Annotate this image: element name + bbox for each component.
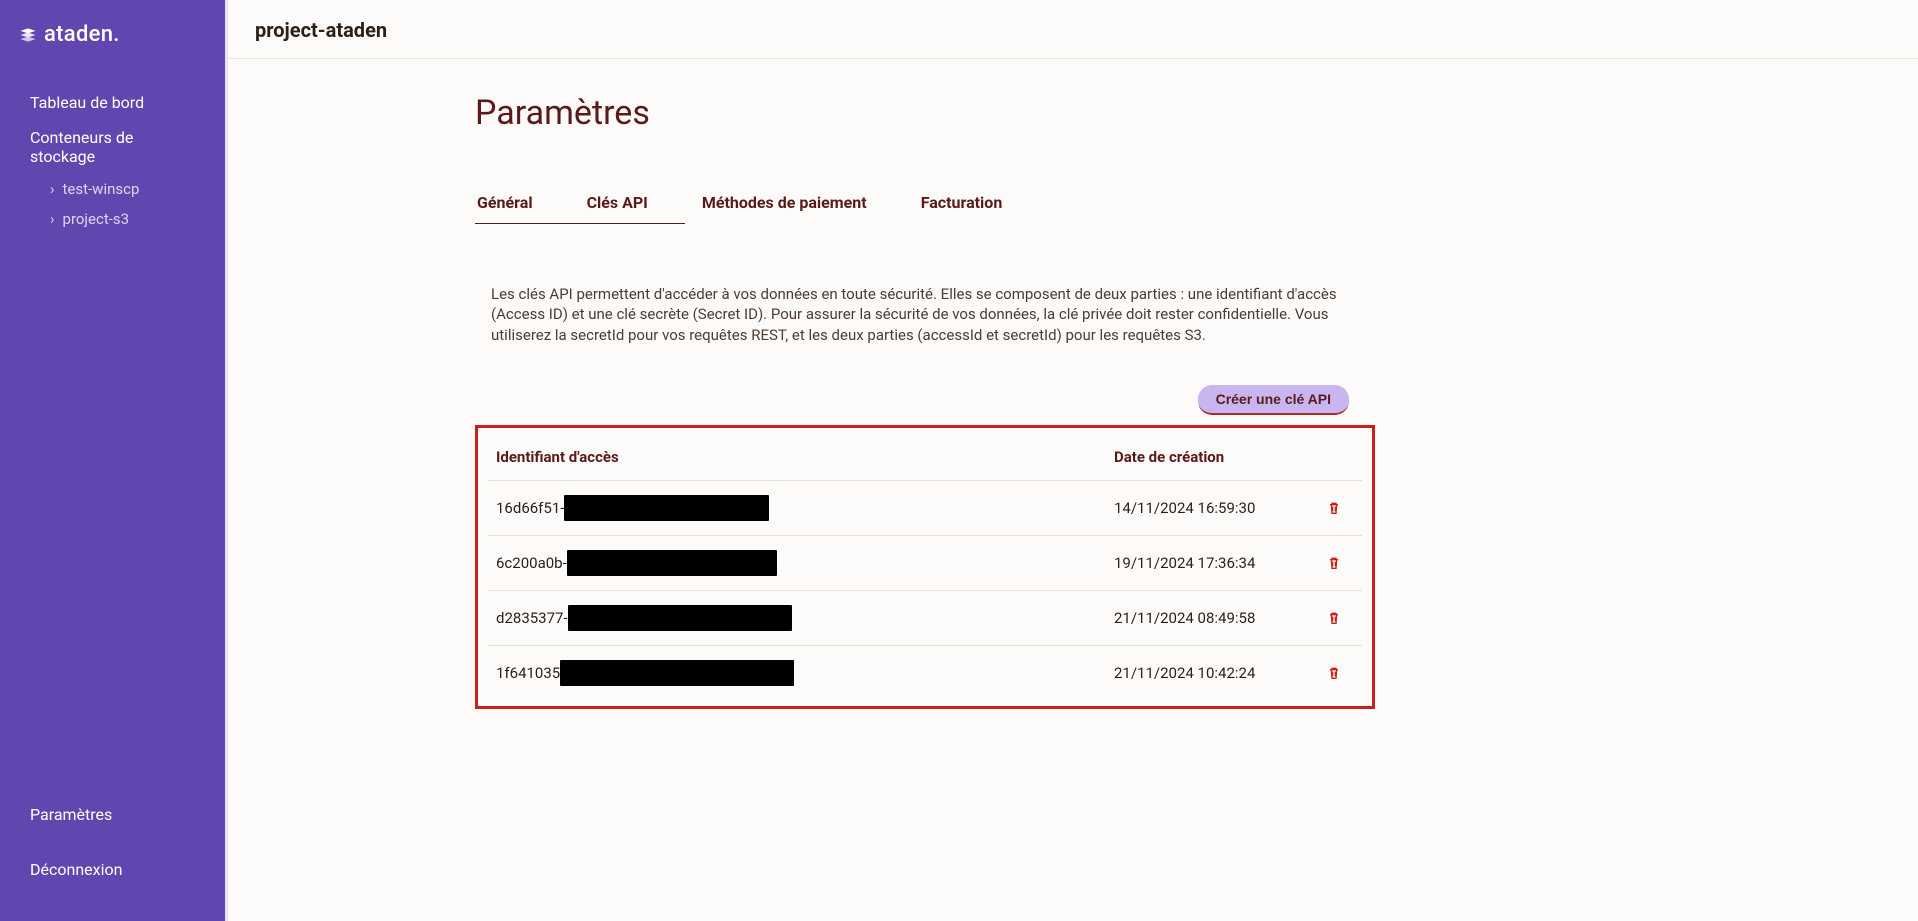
api-keys-description: Les clés API permettent d'accéder à vos … bbox=[475, 284, 1375, 345]
table-row: 1f641035 21/11/2024 10:42:24 bbox=[488, 646, 1362, 700]
th-access-id: Identifiant d'accès bbox=[496, 448, 1114, 466]
tab-general[interactable]: Général bbox=[475, 183, 535, 224]
main: project-ataden Paramètres Général Clés A… bbox=[225, 0, 1918, 921]
access-id-prefix: d2835377- bbox=[496, 609, 568, 627]
created-date: 19/11/2024 17:36:34 bbox=[1114, 554, 1314, 572]
sidebar-item-logout[interactable]: Déconnexion bbox=[0, 852, 225, 887]
brand-name: ataden. bbox=[44, 22, 120, 47]
sidebar-item-settings[interactable]: Paramètres bbox=[0, 797, 225, 832]
create-api-key-button[interactable]: Créer une clé API bbox=[1198, 385, 1349, 415]
table-row: 6c200a0b- 19/11/2024 17:36:34 bbox=[488, 536, 1362, 591]
access-id-prefix: 6c200a0b- bbox=[496, 554, 567, 572]
access-id-prefix: 16d66f51- bbox=[496, 499, 564, 517]
brand: ataden. bbox=[0, 22, 225, 85]
sidebar-item-storage[interactable]: Conteneurs de stockage bbox=[0, 120, 225, 174]
sidebar-item-dashboard[interactable]: Tableau de bord bbox=[0, 85, 225, 120]
trash-icon bbox=[1326, 499, 1342, 517]
th-created: Date de création bbox=[1114, 448, 1314, 466]
tab-billing[interactable]: Facturation bbox=[919, 183, 1005, 224]
delete-button[interactable] bbox=[1314, 554, 1354, 572]
sidebar-sub-project-s3[interactable]: project-s3 bbox=[0, 204, 225, 234]
delete-button[interactable] bbox=[1314, 664, 1354, 682]
trash-icon bbox=[1326, 609, 1342, 627]
api-keys-table: Identifiant d'accès Date de création 16d… bbox=[475, 425, 1375, 709]
table-row: d2835377- 21/11/2024 08:49:58 bbox=[488, 591, 1362, 646]
tabs: Général Clés API Méthodes de paiement Fa… bbox=[475, 183, 1375, 224]
redacted-block bbox=[568, 605, 792, 631]
table-header: Identifiant d'accès Date de création bbox=[488, 434, 1362, 481]
content: Paramètres Général Clés API Méthodes de … bbox=[475, 93, 1375, 709]
topbar: project-ataden bbox=[225, 0, 1918, 59]
table-row: 16d66f51- 14/11/2024 16:59:30 bbox=[488, 481, 1362, 536]
sidebar-sub-test-winscp[interactable]: test-winscp bbox=[0, 174, 225, 204]
redacted-block bbox=[567, 550, 777, 576]
page-title: Paramètres bbox=[475, 93, 1375, 133]
tab-api-keys[interactable]: Clés API bbox=[585, 183, 650, 224]
created-date: 21/11/2024 10:42:24 bbox=[1114, 664, 1314, 682]
access-id-prefix: 1f641035 bbox=[496, 664, 560, 682]
project-name: project-ataden bbox=[255, 18, 387, 42]
delete-button[interactable] bbox=[1314, 499, 1354, 517]
trash-icon bbox=[1326, 554, 1342, 572]
redacted-block bbox=[564, 495, 769, 521]
created-date: 14/11/2024 16:59:30 bbox=[1114, 499, 1314, 517]
redacted-block bbox=[560, 660, 794, 686]
created-date: 21/11/2024 08:49:58 bbox=[1114, 609, 1314, 627]
sidebar: ataden. Tableau de bord Conteneurs de st… bbox=[0, 0, 225, 921]
delete-button[interactable] bbox=[1314, 609, 1354, 627]
trash-icon bbox=[1326, 664, 1342, 682]
brand-icon bbox=[18, 25, 38, 45]
tab-payment-methods[interactable]: Méthodes de paiement bbox=[700, 183, 869, 224]
